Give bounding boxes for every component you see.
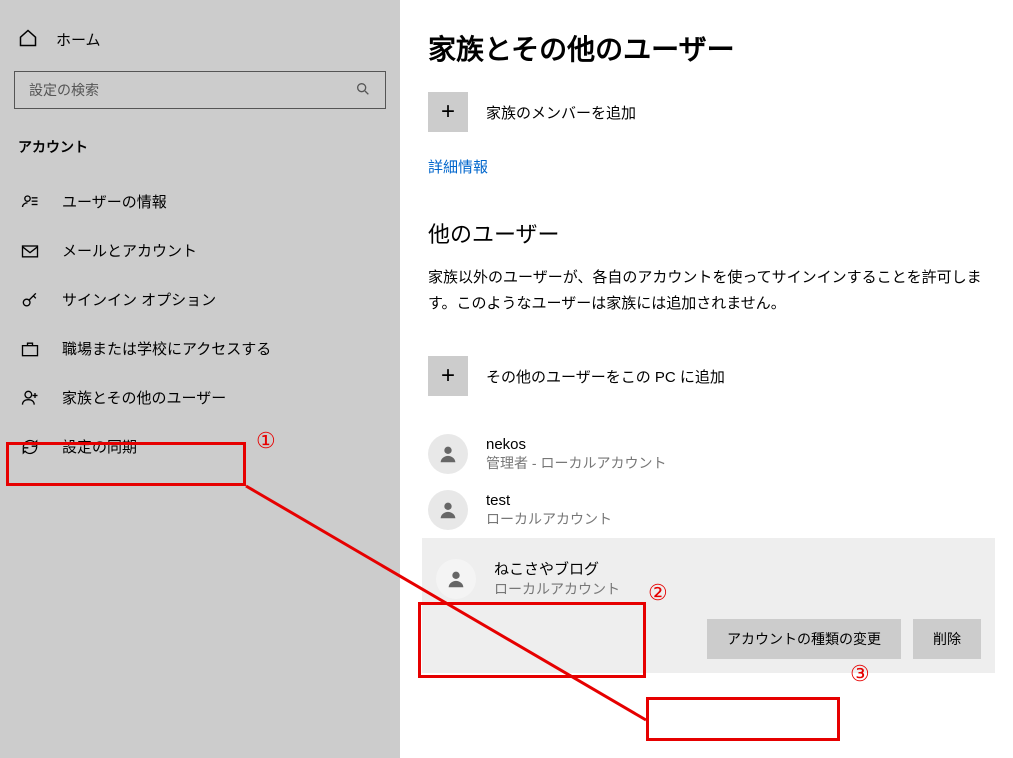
change-account-type-button[interactable]: アカウントの種類の変更 bbox=[707, 619, 901, 659]
plus-icon: + bbox=[428, 356, 468, 396]
key-icon bbox=[20, 290, 40, 310]
plus-icon: + bbox=[428, 92, 468, 132]
search-icon bbox=[355, 81, 371, 100]
search-input[interactable] bbox=[29, 82, 355, 98]
sidebar-item-sync-settings[interactable]: 設定の同期 bbox=[14, 422, 386, 471]
sidebar-item-access-work-school[interactable]: 職場または学校にアクセスする bbox=[14, 324, 386, 373]
selected-user-panel: ねこさやブログ ローカルアカウント アカウントの種類の変更 削除 bbox=[422, 538, 995, 673]
user-name: nekos bbox=[486, 436, 666, 453]
user-role: 管理者 - ローカルアカウント bbox=[486, 453, 666, 473]
delete-button[interactable]: 削除 bbox=[913, 619, 981, 659]
person-card-icon bbox=[20, 192, 40, 212]
add-family-label: 家族のメンバーを追加 bbox=[486, 102, 636, 123]
sidebar-item-email-accounts[interactable]: メールとアカウント bbox=[14, 226, 386, 275]
sidebar-item-label: サインイン オプション bbox=[62, 289, 216, 310]
avatar-icon bbox=[428, 434, 468, 474]
person-plus-icon bbox=[20, 388, 40, 408]
user-name: test bbox=[486, 492, 612, 509]
sidebar-item-label: 家族とその他のユーザー bbox=[62, 387, 226, 408]
add-other-user[interactable]: + その他のユーザーをこの PC に追加 bbox=[428, 356, 995, 396]
mail-icon bbox=[20, 241, 40, 261]
user-row[interactable]: nekos 管理者 - ローカルアカウント bbox=[428, 426, 995, 482]
user-role: ローカルアカウント bbox=[494, 579, 620, 599]
sidebar: ホーム アカウント ユーザーの情報 メールとアカウント サインイン オプション … bbox=[0, 0, 400, 758]
page-title: 家族とその他のユーザー bbox=[428, 28, 995, 68]
search-box[interactable] bbox=[14, 71, 386, 109]
sync-icon bbox=[20, 437, 40, 457]
user-role: ローカルアカウント bbox=[486, 509, 612, 529]
sidebar-item-signin-options[interactable]: サインイン オプション bbox=[14, 275, 386, 324]
home-label: ホーム bbox=[56, 29, 101, 50]
sidebar-item-label: ユーザーの情報 bbox=[62, 191, 167, 212]
avatar-icon bbox=[436, 559, 476, 599]
main-content: 家族とその他のユーザー + 家族のメンバーを追加 詳細情報 他のユーザー 家族以… bbox=[400, 0, 1013, 758]
sidebar-item-label: 設定の同期 bbox=[62, 436, 137, 457]
more-info-link[interactable]: 詳細情報 bbox=[428, 156, 488, 177]
sidebar-item-label: メールとアカウント bbox=[62, 240, 197, 261]
sidebar-item-user-info[interactable]: ユーザーの情報 bbox=[14, 177, 386, 226]
sidebar-item-family-other-users[interactable]: 家族とその他のユーザー bbox=[14, 373, 386, 422]
home-icon bbox=[18, 28, 38, 51]
other-users-heading: 他のユーザー bbox=[428, 217, 995, 249]
add-family-member[interactable]: + 家族のメンバーを追加 bbox=[428, 92, 995, 132]
home-button[interactable]: ホーム bbox=[14, 20, 386, 65]
user-row[interactable]: test ローカルアカウント bbox=[428, 482, 995, 538]
section-header-accounts: アカウント bbox=[14, 129, 386, 177]
avatar-icon bbox=[428, 490, 468, 530]
user-row[interactable]: ねこさやブログ ローカルアカウント bbox=[436, 552, 981, 613]
briefcase-icon bbox=[20, 339, 40, 359]
add-other-label: その他のユーザーをこの PC に追加 bbox=[486, 366, 725, 387]
sidebar-item-label: 職場または学校にアクセスする bbox=[62, 338, 271, 359]
other-users-desc: 家族以外のユーザーが、各自のアカウントを使ってサインインすることを許可します。こ… bbox=[428, 265, 995, 316]
user-name: ねこさやブログ bbox=[494, 558, 620, 579]
